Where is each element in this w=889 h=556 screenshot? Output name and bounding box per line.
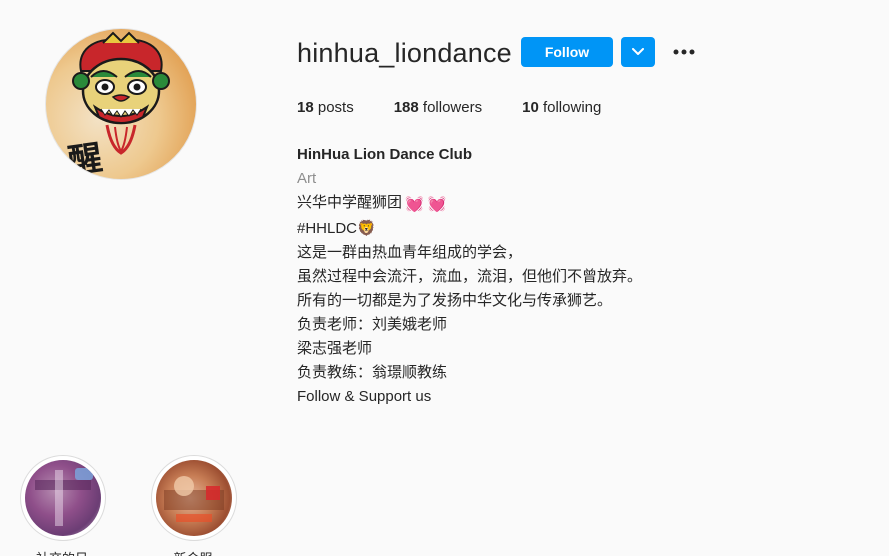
lion-head-logo: 醒 <box>66 31 170 179</box>
lion-face-icon: 🦁 <box>357 220 376 237</box>
story-highlight[interactable] <box>20 455 106 541</box>
bio-hashtag[interactable]: #HHLDC <box>297 220 357 237</box>
profile-full-name: HinHua Lion Dance Club <box>297 146 473 163</box>
avatar-calligraphy: 醒 <box>66 138 105 179</box>
following-label: following <box>538 99 602 116</box>
bio-line: 兴华中学醒狮团 💓 💓 <box>297 191 767 217</box>
bio-line: 负责教练：翁璟顺教练 <box>297 364 448 381</box>
followers-label: followers <box>418 99 483 116</box>
profile-stats: 18 posts 188 followers 10 following <box>297 99 641 116</box>
pink-heart-icon: 💓 💓 <box>405 196 447 213</box>
profile-avatar[interactable]: 醒 <box>45 28 197 180</box>
posts-label: posts <box>313 99 354 116</box>
posts-count: 18 <box>297 99 314 116</box>
profile-username: hinhua_liondance <box>297 38 512 68</box>
followers-count: 188 <box>393 99 419 116</box>
bio-line: 虽然过程中会流汗，流血，流泪，但他们不曾放弃。 <box>297 268 643 285</box>
bio-hashtag-line[interactable]: #HHLDC🦁 <box>297 217 767 241</box>
bio-line: 负责老师：刘美娥老师 <box>297 316 448 333</box>
bio-line: Follow & Support us <box>297 388 432 405</box>
story-highlight[interactable] <box>151 455 237 541</box>
following-count: 10 <box>522 99 539 116</box>
bio-line-text: 兴华中学醒狮团 <box>297 194 403 211</box>
bio-line: 这是一群由热血青年组成的学会， <box>297 244 523 261</box>
follow-button[interactable]: Follow <box>521 37 613 67</box>
profile-category: Art <box>297 170 317 187</box>
highlight-photo <box>164 476 224 522</box>
story-highlight-label[interactable]: 社交的日 <box>2 548 122 556</box>
highlight-cover-image <box>156 460 232 536</box>
chevron-down-icon <box>632 48 644 55</box>
more-options-icon <box>673 49 695 55</box>
followers-stat[interactable]: 188 followers <box>394 99 482 116</box>
profile-bio: HinHua Lion Dance Club Art 兴华中学醒狮团 💓 💓 #H… <box>297 143 767 409</box>
bio-line: 梁志强老师 <box>297 340 373 357</box>
bio-line: 所有的一切都是为了发扬中华文化与传承狮艺。 <box>297 292 613 309</box>
posts-stat: 18 posts <box>297 99 354 116</box>
suggested-accounts-dropdown-button[interactable] <box>621 37 655 67</box>
story-highlight-label[interactable]: 新会服 <box>133 548 253 556</box>
profile-page: 醒 hinhua_liondance Follow 18 posts 188 f… <box>0 0 889 556</box>
highlight-cover-image <box>25 460 101 536</box>
following-stat[interactable]: 10 following <box>522 99 601 116</box>
highlight-photo <box>35 468 93 526</box>
more-options-button[interactable] <box>669 40 699 64</box>
